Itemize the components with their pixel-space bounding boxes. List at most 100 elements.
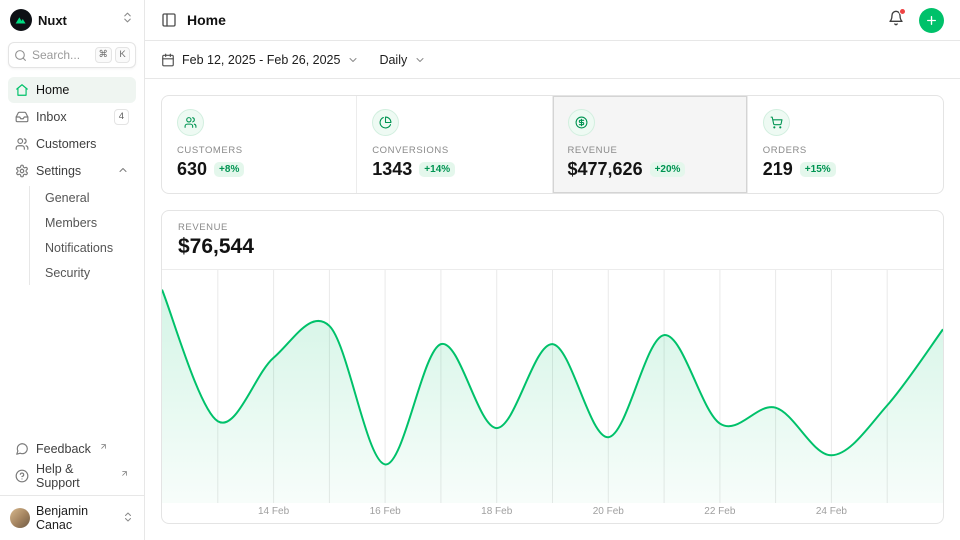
sidebar-toggle-button[interactable] xyxy=(161,12,177,28)
x-axis-label: 16 Feb xyxy=(370,506,401,517)
chevron-down-icon xyxy=(347,54,359,66)
sidebar-item-label: Feedback xyxy=(36,442,91,456)
sidebar-item-inbox[interactable]: Inbox 4 xyxy=(8,104,136,130)
x-axis-label: 24 Feb xyxy=(816,506,847,517)
x-axis-label: 18 Feb xyxy=(481,506,512,517)
stat-delta-badge: +14% xyxy=(419,162,455,177)
sidebar-item-help-support[interactable]: Help & Support xyxy=(8,463,136,489)
users-icon xyxy=(15,137,29,151)
sidebar-item-feedback[interactable]: Feedback xyxy=(8,436,136,462)
revenue-area-chart xyxy=(162,270,943,503)
chart-label: REVENUE xyxy=(178,222,927,233)
add-button[interactable] xyxy=(919,8,944,33)
chart-x-axis: 14 Feb 16 Feb 18 Feb 20 Feb 22 Feb 24 Feb xyxy=(162,503,943,523)
user-name: Benjamin Canac xyxy=(36,504,116,532)
sidebar-item-label: Customers xyxy=(36,137,96,151)
kbd-cmd: ⌘ xyxy=(95,47,113,63)
external-link-icon xyxy=(99,442,108,451)
sidebar: Nuxt Search... ⌘ K Home Inbox 4 xyxy=(0,0,145,540)
circle-dollar-icon xyxy=(575,116,588,129)
search-shortcut: ⌘ K xyxy=(95,47,131,63)
x-axis-label: 22 Feb xyxy=(704,506,735,517)
gear-icon xyxy=(15,164,29,178)
chart-header: REVENUE $76,544 xyxy=(162,211,943,270)
stat-value: 1343 xyxy=(372,159,412,180)
sidebar-item-notifications[interactable]: Notifications xyxy=(39,236,128,260)
stat-delta-badge: +8% xyxy=(214,162,244,177)
stat-customers[interactable]: CUSTOMERS 630 +8% xyxy=(162,96,357,193)
sidebar-item-home[interactable]: Home xyxy=(8,77,136,103)
workspace-switcher[interactable]: Nuxt xyxy=(0,0,144,36)
date-range-button[interactable]: Feb 12, 2025 - Feb 26, 2025 xyxy=(161,53,359,67)
stat-value: 630 xyxy=(177,159,207,180)
panel-left-icon xyxy=(161,12,177,28)
notifications-button[interactable] xyxy=(888,10,904,31)
stats-row: CUSTOMERS 630 +8% CONVERSIONS 1343 +14% xyxy=(161,95,944,194)
search-placeholder: Search... xyxy=(32,48,90,62)
search-icon xyxy=(14,49,27,62)
chart-value: $76,544 xyxy=(178,235,927,259)
sidebar-item-label: Home xyxy=(36,83,69,97)
sidebar-item-customers[interactable]: Customers xyxy=(8,131,136,157)
sidebar-footer-nav: Feedback Help & Support xyxy=(0,434,144,495)
granularity-label: Daily xyxy=(379,53,407,67)
sidebar-spacer xyxy=(0,288,144,434)
message-bubble-icon xyxy=(15,442,29,456)
stat-delta-badge: +20% xyxy=(650,162,686,177)
chart-plot[interactable] xyxy=(162,270,943,503)
app-root: Nuxt Search... ⌘ K Home Inbox 4 xyxy=(0,0,960,540)
search-input[interactable]: Search... ⌘ K xyxy=(8,42,136,68)
stat-label: CUSTOMERS xyxy=(177,145,341,156)
chevron-down-icon xyxy=(414,54,426,66)
stat-revenue[interactable]: REVENUE $477,626 +20% xyxy=(553,96,748,193)
date-range-label: Feb 12, 2025 - Feb 26, 2025 xyxy=(182,53,340,67)
stat-icon-wrap xyxy=(763,109,790,136)
chart-pie-icon xyxy=(379,116,392,129)
page-title: Home xyxy=(187,12,226,28)
stat-icon-wrap xyxy=(568,109,595,136)
main-area: Home Feb 12, 2025 - Feb 26, 2025 Daily xyxy=(145,0,960,540)
users-icon xyxy=(184,116,197,129)
topbar-actions xyxy=(888,8,944,33)
home-icon xyxy=(15,83,29,97)
filter-bar: Feb 12, 2025 - Feb 26, 2025 Daily xyxy=(145,41,960,79)
chevron-up-icon xyxy=(117,164,129,179)
stat-label: ORDERS xyxy=(763,145,928,156)
sidebar-item-general[interactable]: General xyxy=(39,186,128,210)
sidebar-item-settings[interactable]: Settings xyxy=(8,158,136,184)
chevrons-up-down-icon xyxy=(122,511,134,526)
x-axis-label: 14 Feb xyxy=(258,506,289,517)
chevrons-up-down-icon xyxy=(121,11,134,29)
sidebar-item-label: Settings xyxy=(36,164,81,178)
topbar: Home xyxy=(145,0,960,41)
shopping-cart-icon xyxy=(770,116,783,129)
x-axis-label: 20 Feb xyxy=(593,506,624,517)
external-link-icon xyxy=(120,469,129,478)
nuxt-logo-icon xyxy=(10,9,32,31)
kbd-k: K xyxy=(115,47,130,63)
help-circle-icon xyxy=(15,469,29,483)
plus-icon xyxy=(925,14,938,27)
notification-dot xyxy=(899,8,906,15)
granularity-button[interactable]: Daily xyxy=(379,53,426,67)
stat-orders[interactable]: ORDERS 219 +15% xyxy=(748,96,943,193)
stat-value: 219 xyxy=(763,159,793,180)
stat-label: REVENUE xyxy=(568,145,732,156)
inbox-icon xyxy=(15,110,29,124)
revenue-chart-card: REVENUE $76,544 xyxy=(161,210,944,524)
sidebar-item-members[interactable]: Members xyxy=(39,211,128,235)
content: CUSTOMERS 630 +8% CONVERSIONS 1343 +14% xyxy=(145,79,960,540)
stat-conversions[interactable]: CONVERSIONS 1343 +14% xyxy=(357,96,552,193)
chart-body: 14 Feb 16 Feb 18 Feb 20 Feb 22 Feb 24 Feb xyxy=(162,270,943,523)
sidebar-nav: Home Inbox 4 Customers Settings General xyxy=(0,75,144,288)
sidebar-item-label: Inbox xyxy=(36,110,67,124)
stat-delta-badge: +15% xyxy=(800,162,836,177)
avatar xyxy=(10,508,30,528)
inbox-count-badge: 4 xyxy=(114,109,129,125)
stat-icon-wrap xyxy=(177,109,204,136)
stat-value: $477,626 xyxy=(568,159,643,180)
workspace-name: Nuxt xyxy=(38,13,67,28)
user-menu[interactable]: Benjamin Canac xyxy=(0,495,144,540)
sidebar-item-security[interactable]: Security xyxy=(39,261,128,285)
sidebar-item-label: Help & Support xyxy=(36,462,112,490)
